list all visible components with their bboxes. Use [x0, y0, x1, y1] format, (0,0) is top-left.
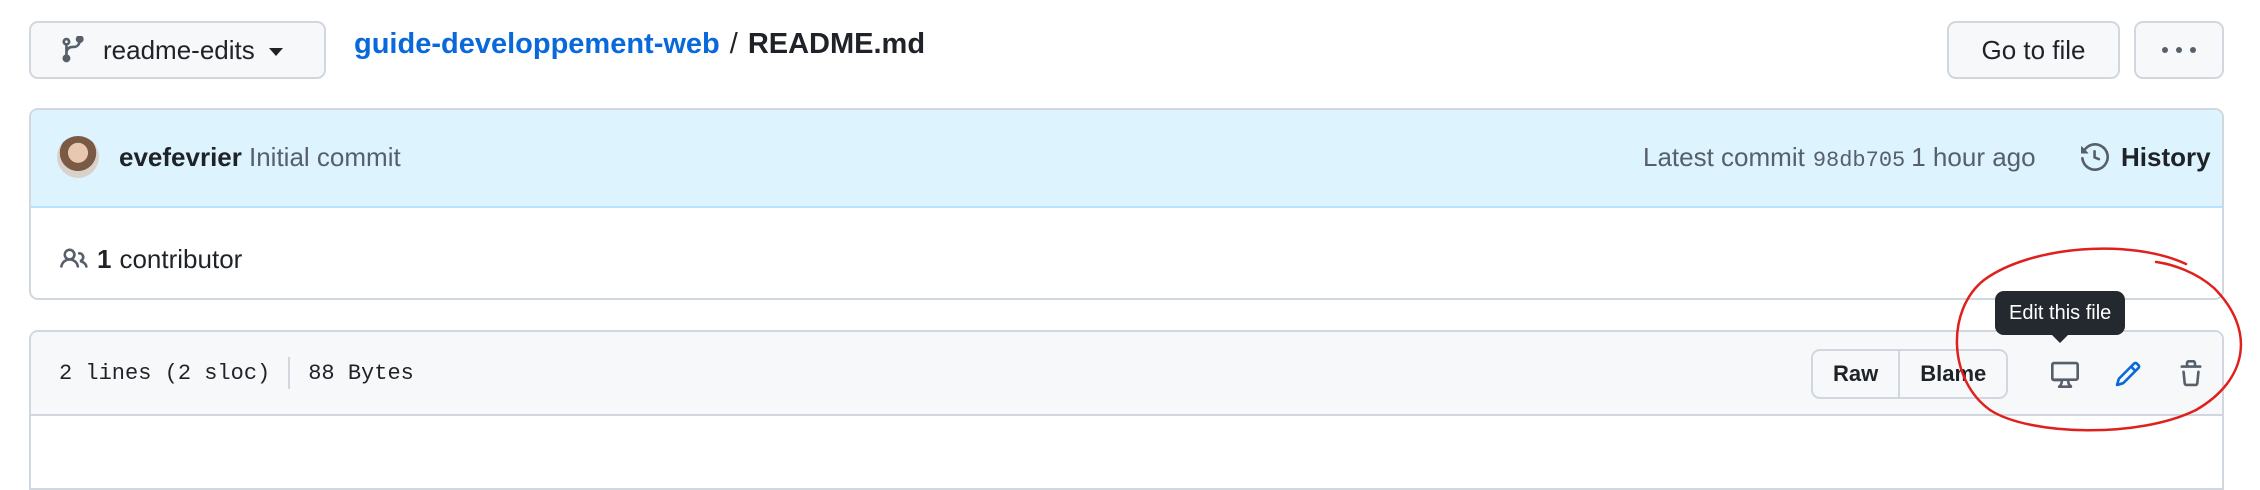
git-branch-icon — [59, 36, 87, 64]
commit-sha-link[interactable]: 98db705 — [1813, 140, 1905, 182]
raw-button[interactable]: Raw — [1813, 351, 1898, 397]
breadcrumb-repo-link[interactable]: guide-developpement-web — [354, 28, 720, 61]
go-to-file-button[interactable]: Go to file — [1947, 21, 2120, 79]
desktop-icon — [2051, 360, 2079, 388]
blame-button[interactable]: Blame — [1898, 351, 2006, 397]
latest-commit-box: evefevrier Initial commit Latest commit … — [29, 108, 2224, 300]
latest-commit-info: Latest commit 98db705 1 hour ago — [1643, 136, 2036, 182]
latest-commit-label: Latest commit — [1643, 142, 1805, 172]
edit-file-button[interactable] — [2108, 354, 2148, 394]
branch-name: readme-edits — [103, 34, 255, 65]
commit-message-link[interactable]: Initial commit — [249, 136, 401, 178]
history-label: History — [2121, 141, 2211, 172]
people-icon — [59, 245, 89, 273]
commit-author-link[interactable]: evefevrier — [119, 136, 242, 178]
caret-down-icon — [268, 48, 283, 56]
breadcrumb-file-name: README.md — [747, 27, 926, 60]
more-options-button[interactable] — [2134, 21, 2224, 79]
file-info: 2 lines (2 sloc) 88 Bytes — [59, 350, 414, 396]
contributor-count: 1 — [97, 243, 112, 274]
contributor-label: contributor — [119, 243, 243, 274]
avatar[interactable] — [57, 136, 99, 178]
commit-header: evefevrier Initial commit Latest commit … — [31, 110, 2222, 208]
file-header: 2 lines (2 sloc) 88 Bytes Raw Blame — [31, 332, 2222, 416]
file-viewer: 2 lines (2 sloc) 88 Bytes Raw Blame — [29, 330, 2224, 490]
kebab-horizontal-icon — [2158, 47, 2200, 53]
delete-file-button[interactable] — [2171, 354, 2211, 394]
commit-time: 1 hour ago — [1911, 142, 2036, 172]
edit-file-tooltip: Edit this file — [1995, 291, 2126, 343]
divider — [288, 357, 291, 389]
history-link[interactable]: History — [2081, 136, 2211, 178]
trash-icon — [2177, 360, 2205, 388]
file-lines: 2 lines (2 sloc) — [59, 360, 271, 386]
open-desktop-button[interactable] — [2045, 354, 2085, 394]
breadcrumb: guide-developpement-web / README.md — [354, 22, 925, 66]
file-size: 88 Bytes — [308, 360, 414, 386]
contributors-link[interactable]: 1 contributor — [59, 238, 242, 280]
pencil-icon — [2114, 360, 2142, 388]
history-icon — [2081, 143, 2109, 171]
branch-selector-button[interactable]: readme-edits — [29, 21, 326, 79]
breadcrumb-separator: / — [729, 27, 738, 60]
raw-blame-button-group: Raw Blame — [1811, 349, 2009, 399]
